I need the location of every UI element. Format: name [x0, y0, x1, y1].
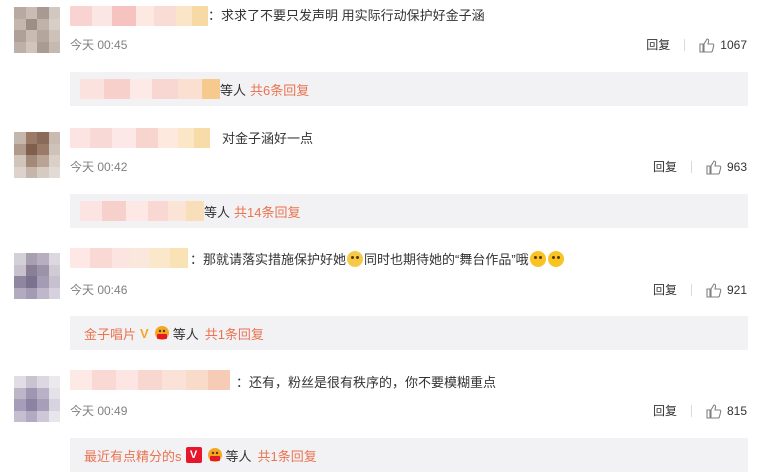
sad-face-emoji-icon — [347, 251, 364, 267]
comment-text: ：那就请落实措施保护好她 同时也期待她的“舞台作品”哦 — [190, 251, 565, 269]
reply-summary[interactable]: 等人 共6条回复 — [70, 72, 748, 106]
reply-summary[interactable]: 金子唱片 V 等人 共1条回复 — [70, 316, 748, 350]
reply-others-label: 等人 — [172, 326, 199, 342]
comment-text: ：还有，粉丝是很有秩序的，你不要模糊重点 — [236, 375, 497, 390]
comment-time: 今天 00:42 — [70, 160, 128, 174]
reply-others-label: 等人 — [204, 204, 231, 220]
username-blurred[interactable] — [70, 370, 230, 390]
thumbs-up-icon — [699, 37, 715, 53]
thumbs-up-icon — [706, 403, 722, 419]
comment-time: 今天 00:46 — [70, 283, 128, 297]
like-count: 1067 — [720, 38, 747, 52]
avatar[interactable] — [14, 7, 60, 53]
vip-v-icon: V — [185, 447, 202, 463]
comment-time: 今天 00:45 — [70, 38, 128, 52]
comment-actions: 回复 963 — [653, 159, 747, 175]
like-button[interactable]: 963 — [706, 159, 747, 175]
thumbs-up-icon — [706, 159, 722, 175]
reply-button[interactable]: 回复 — [653, 159, 677, 175]
avatar[interactable] — [14, 132, 60, 178]
reply-count-link[interactable]: 共6条回复 — [250, 80, 309, 99]
comment-text-part2: 同时也期待她的“舞台作品”哦 — [364, 252, 529, 267]
divider — [690, 405, 692, 417]
username-blurred[interactable] — [70, 6, 208, 26]
like-count: 815 — [726, 404, 747, 418]
like-count: 921 — [726, 283, 747, 297]
avatar[interactable] — [14, 376, 60, 422]
avatar[interactable] — [14, 253, 60, 299]
divider — [690, 161, 692, 173]
reply-count-link[interactable]: 共1条回复 — [258, 446, 317, 465]
reply-count-link[interactable]: 共14条回复 — [234, 202, 300, 221]
reply-others-label: 等人 — [220, 82, 247, 98]
like-button[interactable]: 815 — [706, 403, 747, 419]
username-blurred[interactable] — [70, 128, 210, 148]
like-button[interactable]: 921 — [706, 282, 747, 298]
comment-text: ：求求了不要只发声明 用实际行动保护好金子涵 — [208, 8, 485, 23]
vip-v-icon: V — [140, 325, 149, 341]
comment-text: 对金子涵好一点 — [222, 131, 314, 146]
reply-button[interactable]: 回复 — [653, 403, 677, 419]
level-badge-icon — [206, 447, 224, 463]
comment-time: 今天 00:49 — [70, 404, 128, 418]
like-button[interactable]: 1067 — [699, 37, 747, 53]
username-blurred[interactable] — [70, 248, 188, 268]
replier-names-blurred — [80, 201, 204, 221]
like-count: 963 — [726, 160, 747, 174]
thumbs-up-icon — [706, 282, 722, 298]
level-badge-icon — [153, 325, 171, 341]
reply-count-link[interactable]: 共1条回复 — [205, 324, 264, 343]
comment-actions: 回复 921 — [653, 282, 747, 298]
reply-button[interactable]: 回复 — [653, 282, 677, 298]
divider — [690, 284, 692, 296]
replier-name-link[interactable]: 金子唱片 — [84, 324, 136, 343]
laughing-face-emoji-icon — [529, 251, 546, 267]
comment-actions: 回复 1067 — [646, 37, 747, 53]
divider — [684, 39, 686, 51]
comment-text-part1: ：那就请落实措施保护好她 — [190, 252, 347, 267]
replier-name-link[interactable]: 最近有点精分的s — [84, 446, 182, 465]
comment-actions: 回复 815 — [653, 403, 747, 419]
laughing-face-emoji-icon — [547, 251, 564, 267]
reply-others-label: 等人 — [225, 448, 252, 464]
reply-summary[interactable]: 最近有点精分的s V 等人 共1条回复 — [70, 438, 748, 472]
reply-button[interactable]: 回复 — [646, 37, 670, 53]
replier-names-blurred — [80, 79, 220, 99]
reply-summary[interactable]: 等人 共14条回复 — [70, 194, 748, 228]
